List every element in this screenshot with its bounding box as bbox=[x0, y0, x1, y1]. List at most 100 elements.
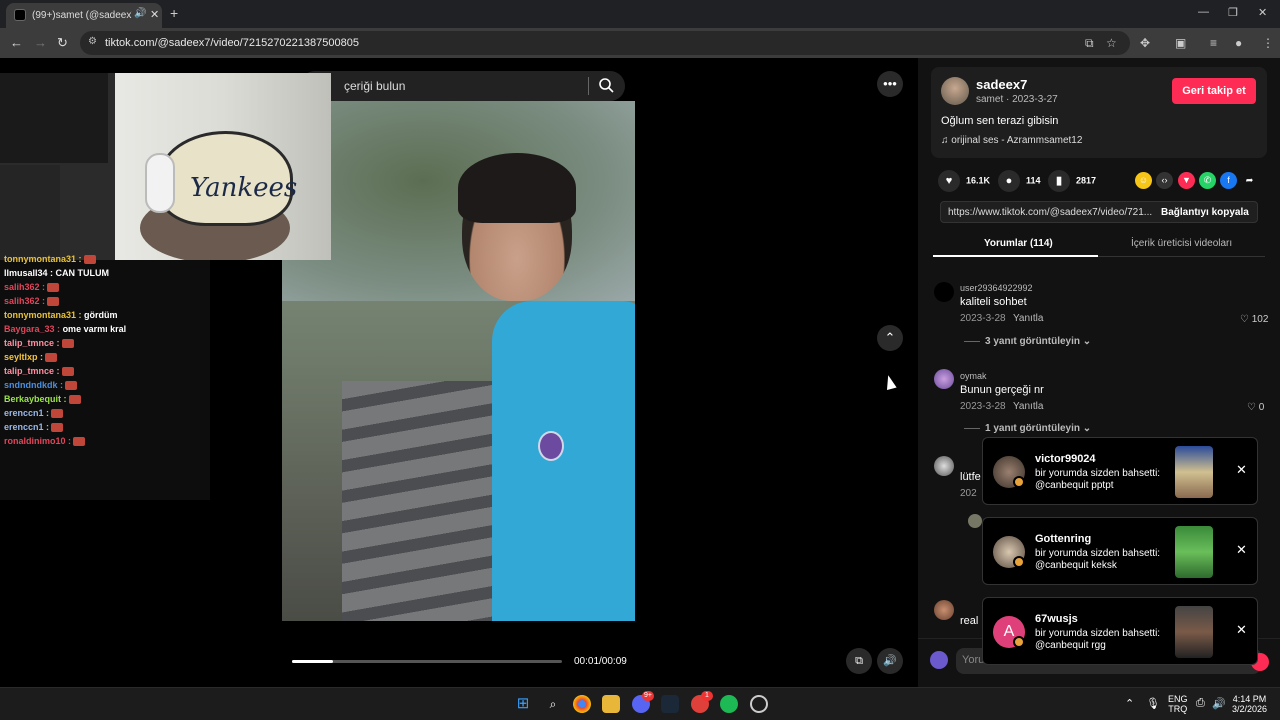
discord-icon[interactable]: 9+ bbox=[632, 691, 654, 713]
heart-icon[interactable]: ♥ bbox=[938, 170, 960, 192]
video-player[interactable] bbox=[282, 101, 635, 621]
comment-username[interactable]: oymak bbox=[960, 371, 987, 381]
copy-link-button[interactable]: Bağlantıyı kopyala bbox=[1161, 207, 1249, 218]
spotify-icon[interactable] bbox=[720, 695, 738, 713]
obs-icon[interactable] bbox=[750, 695, 768, 713]
save-stat[interactable]: ▮ 2817 bbox=[1048, 170, 1096, 192]
progress-fill bbox=[292, 660, 333, 663]
music-info[interactable]: ♫ orijinal ses - Azrammsamet12 bbox=[941, 135, 1082, 146]
user-avatar[interactable] bbox=[930, 651, 948, 669]
author-card: sadeex7 samet · 2023-3-27 Geri takip et … bbox=[931, 67, 1267, 158]
extensions-icon[interactable]: ✥ bbox=[1140, 36, 1150, 50]
close-icon[interactable]: ✕ bbox=[1236, 542, 1247, 558]
comment-date: 202 bbox=[960, 488, 977, 499]
share-gold-icon[interactable]: ☺ bbox=[1135, 172, 1152, 189]
comment-like[interactable]: ♡ 102 bbox=[1240, 314, 1268, 325]
url-bar[interactable]: ⚙ tiktok.com/@sadeex7/video/721527022138… bbox=[80, 31, 1130, 55]
forward-button[interactable]: → bbox=[34, 35, 47, 50]
tab-creator-videos[interactable]: İçerik üreticisi videoları bbox=[1131, 238, 1232, 249]
comment-icon[interactable]: ● bbox=[998, 170, 1020, 192]
chat-message: erenccn1 : bbox=[4, 408, 64, 419]
reload-button[interactable]: ↻ bbox=[57, 35, 68, 51]
like-stat[interactable]: ♥ 16.1K bbox=[938, 170, 990, 192]
previous-video-button[interactable]: ⌃ bbox=[877, 325, 903, 351]
mention-badge-icon bbox=[1013, 556, 1025, 568]
volume-button[interactable]: 🔊 bbox=[877, 648, 903, 674]
comment-avatar[interactable] bbox=[934, 456, 954, 476]
reply-avatar[interactable] bbox=[968, 514, 982, 528]
comment-count: 114 bbox=[1026, 175, 1041, 186]
close-icon[interactable]: ✕ bbox=[1236, 462, 1247, 478]
url-text[interactable]: tiktok.com/@sadeex7/video/72152702213875… bbox=[105, 37, 359, 49]
tray-overflow-icon[interactable]: ⌃ bbox=[1125, 697, 1134, 710]
video-link-text[interactable]: https://www.tiktok.com/@sadeex7/video/72… bbox=[948, 207, 1153, 218]
microphone-icon[interactable]: 🎙 bbox=[1146, 697, 1160, 710]
comment-like[interactable]: ♡ 0 bbox=[1247, 402, 1264, 413]
back-button[interactable]: ← bbox=[10, 35, 23, 50]
speaker-icon[interactable]: 🔊 bbox=[1212, 697, 1226, 710]
video-controls: 00:01/00:09 bbox=[282, 621, 635, 687]
comment-reply-button[interactable]: Yanıtla bbox=[1013, 313, 1043, 324]
comment-username[interactable]: user29364922992 bbox=[960, 283, 1033, 293]
tiktok-favicon-icon bbox=[14, 9, 26, 21]
site-info-icon[interactable]: ⚙ bbox=[88, 36, 97, 47]
facebook-icon[interactable]: f bbox=[1220, 172, 1237, 189]
bookmark-icon[interactable]: ▮ bbox=[1048, 170, 1070, 192]
view-replies-button[interactable]: 3 yanıt görüntüleyin ⌄ bbox=[964, 336, 1091, 347]
file-explorer-icon[interactable] bbox=[602, 695, 620, 713]
music-title[interactable]: orijinal ses - Azrammsamet12 bbox=[951, 135, 1082, 146]
chat-message: talip_tmnce : bbox=[4, 338, 74, 349]
app-icon[interactable]: 1 bbox=[691, 691, 713, 713]
language-indicator[interactable]: ENG TRQ bbox=[1168, 694, 1188, 714]
clock[interactable]: 4:14 PM 3/2/2026 bbox=[1232, 694, 1267, 714]
tab-comments[interactable]: Yorumlar (114) bbox=[984, 238, 1053, 249]
comment-avatar[interactable] bbox=[934, 600, 954, 620]
search-input[interactable]: çeriği bulun bbox=[300, 71, 625, 101]
mention-notification[interactable]: Gottenring bir yorumda sizden bahsetti: … bbox=[982, 517, 1258, 585]
menu-dots-icon[interactable]: ⋮ bbox=[1262, 36, 1274, 50]
author-name[interactable]: sadeex7 bbox=[976, 77, 1027, 92]
browser-tab[interactable]: (99+)samet (@sadeex7) | Tik 🔊 ✕ bbox=[6, 3, 162, 28]
mention-notification[interactable]: victor99024 bir yorumda sizden bahsetti:… bbox=[982, 437, 1258, 505]
chat-emote-icon bbox=[61, 339, 74, 349]
whatsapp-icon[interactable]: ✆ bbox=[1199, 172, 1216, 189]
network-icon[interactable]: ⎙ bbox=[1196, 697, 1205, 710]
install-app-icon[interactable]: ⧉ bbox=[1085, 36, 1094, 51]
comment-placeholder: Yoru bbox=[962, 654, 985, 666]
comment-avatar[interactable] bbox=[934, 369, 954, 389]
share-arrow-icon[interactable]: ➦ bbox=[1241, 172, 1258, 189]
embed-icon[interactable]: ‹› bbox=[1156, 172, 1173, 189]
new-tab-button[interactable]: + bbox=[170, 5, 178, 21]
bookmark-star-icon[interactable]: ☆ bbox=[1106, 36, 1117, 50]
tab-audio-icon[interactable]: 🔊 bbox=[134, 8, 146, 19]
mention-notification[interactable]: A 67wusjs bir yorumda sizden bahsetti: @… bbox=[982, 597, 1258, 665]
pip-button[interactable]: ⧉ bbox=[846, 648, 872, 674]
restore-button[interactable]: ❐ bbox=[1228, 6, 1238, 19]
view-replies-button[interactable]: 1 yanıt görüntüleyin ⌄ bbox=[964, 423, 1091, 434]
chrome-icon[interactable] bbox=[573, 695, 591, 713]
chat-emote-icon bbox=[51, 409, 64, 419]
chat-emote-icon bbox=[68, 395, 81, 405]
minimize-button[interactable]: — bbox=[1198, 6, 1209, 18]
comment-avatar[interactable] bbox=[934, 282, 954, 302]
profile-avatar-icon[interactable]: ● bbox=[1235, 36, 1242, 50]
chat-message: salih362 : bbox=[4, 282, 60, 293]
taskbar-search-icon[interactable]: ⌕ bbox=[544, 695, 562, 713]
follow-back-button[interactable]: Geri takip et bbox=[1172, 78, 1256, 104]
comment-stat[interactable]: ● 114 bbox=[998, 170, 1041, 192]
progress-bar[interactable] bbox=[292, 660, 562, 663]
comment-reply-button[interactable]: Yanıtla bbox=[1013, 401, 1043, 412]
media-control-icon[interactable]: ≡ bbox=[1210, 36, 1217, 50]
steam-icon[interactable] bbox=[661, 695, 679, 713]
share-send-icon[interactable]: ▼ bbox=[1178, 172, 1195, 189]
side-panel-icon[interactable]: ▣ bbox=[1175, 36, 1186, 50]
author-avatar[interactable] bbox=[941, 77, 969, 105]
windows-start-icon[interactable]: ⊞ bbox=[514, 695, 532, 713]
more-options-button[interactable]: ••• bbox=[877, 71, 903, 97]
notification-thumbnail bbox=[1175, 526, 1213, 578]
search-icon[interactable] bbox=[598, 77, 614, 93]
tab-close-icon[interactable]: ✕ bbox=[150, 8, 159, 21]
view-replies-label: 3 yanıt görüntüleyin bbox=[985, 336, 1081, 347]
close-icon[interactable]: ✕ bbox=[1236, 622, 1247, 638]
window-close-button[interactable]: ✕ bbox=[1258, 6, 1267, 19]
